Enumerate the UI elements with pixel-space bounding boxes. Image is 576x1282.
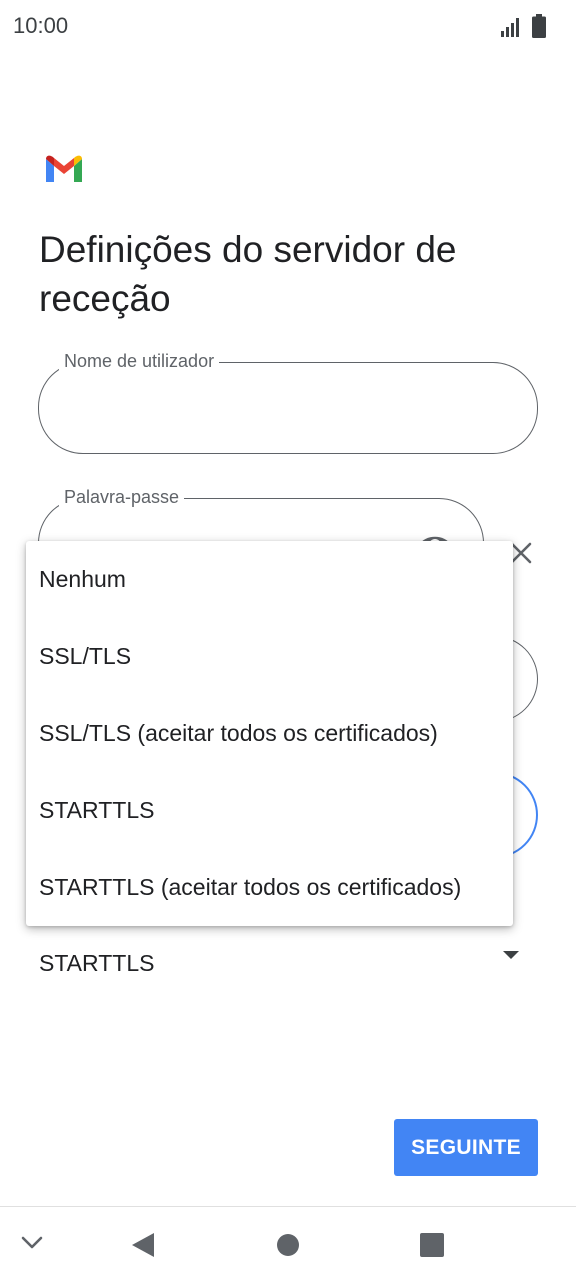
- chevron-down-icon[interactable]: [20, 1235, 44, 1251]
- status-time: 10:00: [13, 13, 69, 38]
- security-type-select[interactable]: STARTTLS: [39, 950, 154, 977]
- menu-item-ssl-tls-accept-all[interactable]: SSL/TLS (aceitar todos os certificados): [26, 695, 513, 772]
- menu-item-ssl-tls[interactable]: SSL/TLS: [26, 618, 513, 695]
- recents-icon[interactable]: [420, 1233, 444, 1257]
- page-title: Definições do servidor de receção: [39, 229, 457, 319]
- signal-icon: [501, 18, 519, 37]
- back-icon[interactable]: [131, 1232, 155, 1258]
- screen: 10:00 Definições do servidor de receção …: [0, 0, 576, 1282]
- menu-item-starttls[interactable]: STARTTLS: [26, 772, 513, 849]
- navigation-bar: [0, 1206, 576, 1282]
- username-field[interactable]: Nome de utilizador: [38, 351, 538, 454]
- username-label: Nome de utilizador: [59, 351, 220, 372]
- menu-item-none[interactable]: Nenhum: [26, 541, 513, 618]
- home-icon[interactable]: [276, 1233, 300, 1257]
- battery-icon: [532, 14, 546, 38]
- dropdown-arrow-icon[interactable]: [503, 951, 519, 959]
- password-label: Palavra-passe: [59, 487, 185, 508]
- security-type-menu: Nenhum SSL/TLS SSL/TLS (aceitar todos os…: [26, 541, 513, 926]
- status-icons: [500, 14, 546, 38]
- gmail-logo-icon: [46, 155, 82, 182]
- menu-item-starttls-accept-all[interactable]: STARTTLS (aceitar todos os certificados): [26, 849, 513, 926]
- next-button[interactable]: SEGUINTE: [394, 1119, 538, 1176]
